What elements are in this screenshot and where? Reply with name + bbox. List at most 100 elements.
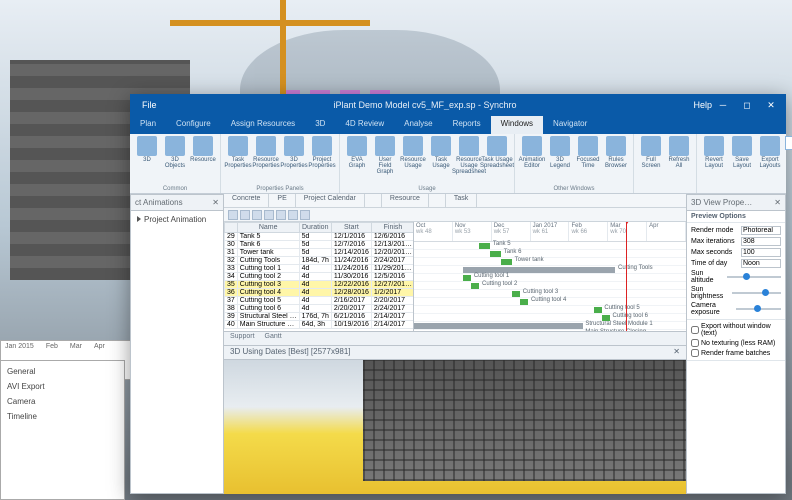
render-mode-input[interactable] (741, 226, 781, 235)
max-iter-input[interactable] (741, 237, 781, 246)
ribbon-task-usage[interactable]: Task Usage (428, 136, 454, 185)
gantt-bar-label: Cutting tool 3 (523, 289, 558, 295)
ribbon-resource-usage[interactable]: Resource Usage (400, 136, 426, 185)
ribbon-3d[interactable]: 3D (134, 136, 160, 185)
gantt-bar[interactable] (490, 251, 501, 257)
check-notex[interactable]: No texturing (less RAM) (691, 338, 781, 348)
3d-view-properties-panel: 3D View Prope… ✕ Preview Options Render … (686, 194, 786, 494)
gantt-split: NameDurationStartFinish29Tank 55d12/1/20… (224, 222, 686, 332)
menu-reports[interactable]: Reports (443, 116, 491, 134)
menu-windows[interactable]: Windows (491, 116, 543, 134)
toolbar-btn[interactable] (252, 210, 262, 220)
props-section-label: Preview Options (687, 211, 785, 223)
toolbar-btn[interactable] (300, 210, 310, 220)
table-row[interactable]: 34Cutting tool 24d11/30/201612/5/2016 (225, 273, 415, 281)
ribbon-3d-properties[interactable]: 3D Properties (281, 136, 307, 185)
center-tab[interactable]: Task (446, 194, 477, 207)
gantt-bar[interactable] (479, 243, 490, 249)
ribbon: 3D3D ObjectsResourceCommonTask Propertie… (130, 134, 786, 194)
toolbar-btn[interactable] (228, 210, 238, 220)
ribbon-full-screen[interactable]: Full Screen (638, 136, 664, 191)
table-row[interactable]: 36Cutting tool 44d12/28/20161/2/2017 (225, 289, 415, 297)
ribbon-resource-properties[interactable]: Resource Properties (253, 136, 279, 185)
menu-configure[interactable]: Configure (166, 116, 221, 134)
center-tabs: ConcretePEProject Calendar Resource Task (224, 194, 686, 208)
ribbon-3d-objects[interactable]: 3D Objects (162, 136, 188, 185)
tab-gantt[interactable]: Gantt (265, 333, 282, 344)
view3d-close-icon[interactable]: ✕ (673, 347, 680, 358)
sun-bri-slider[interactable] (732, 292, 781, 294)
tree-root[interactable]: Project Animation (144, 215, 206, 224)
center-tab[interactable]: Concrete (224, 194, 269, 207)
ribbon-rules-browser[interactable]: Rules Browser (603, 136, 629, 185)
menu-analyse[interactable]: Analyse (394, 116, 442, 134)
ribbon-3d-legend[interactable]: 3D Legend (547, 136, 573, 185)
toolbar-btn[interactable] (276, 210, 286, 220)
menu-assign-resources[interactable]: Assign Resources (221, 116, 305, 134)
help-link[interactable]: Help (693, 100, 712, 110)
focus-time-marker[interactable] (626, 222, 627, 331)
center-tab[interactable] (365, 194, 382, 207)
gantt-bar[interactable] (463, 275, 471, 281)
gantt-bar[interactable] (520, 299, 528, 305)
check-export[interactable]: Export without window (text) (691, 322, 781, 338)
close-button[interactable]: ✕ (760, 97, 782, 113)
gantt-bar[interactable] (471, 283, 479, 289)
max-sec-input[interactable] (741, 248, 781, 257)
props-close-icon[interactable]: ✕ (774, 198, 781, 207)
view3d-canvas[interactable] (224, 360, 686, 494)
toolbar-btn[interactable] (288, 210, 298, 220)
ribbon-project-properties[interactable]: Project Properties (309, 136, 335, 185)
ribbon-save-layout[interactable]: Save Layout (729, 136, 755, 185)
table-row[interactable]: 33Cutting tool 14d11/24/201611/29/201… (225, 265, 415, 273)
table-row[interactable]: 31Tower tank5d12/14/201612/20/201… (225, 249, 415, 257)
table-row[interactable]: 38Cutting tool 64d2/20/20172/24/2017 (225, 305, 415, 313)
tod-input[interactable] (741, 259, 781, 268)
table-row[interactable]: 37Cutting tool 54d2/16/20172/20/2017 (225, 297, 415, 305)
ribbon-focused-time[interactable]: Focused Time (575, 136, 601, 185)
ribbon-task-usage-spreadsheet[interactable]: Task Usage Spreadsheet (484, 136, 510, 185)
menu-plan[interactable]: Plan (130, 116, 166, 134)
ribbon-resource[interactable]: Resource (190, 136, 216, 185)
menu-navigator[interactable]: Navigator (543, 116, 597, 134)
table-row[interactable]: 35Cutting tool 34d12/22/201612/27/201… (225, 281, 415, 289)
center-tab[interactable]: PE (269, 194, 295, 207)
ribbon-refresh-all[interactable]: Refresh All (666, 136, 692, 191)
sun-alt-slider[interactable] (727, 276, 781, 278)
gantt-table[interactable]: NameDurationStartFinish29Tank 55d12/1/20… (224, 222, 414, 331)
toolbar-btn[interactable] (264, 210, 274, 220)
gantt-bar-label: Cutting tool 1 (474, 273, 509, 279)
table-row[interactable]: 29Tank 55d12/1/201612/6/2016 (225, 233, 415, 241)
ribbon-task-properties[interactable]: Task Properties (225, 136, 251, 185)
ribbon-eva-graph[interactable]: EVA Graph (344, 136, 370, 185)
tree-expand-icon[interactable] (137, 216, 141, 222)
layout-1[interactable] (785, 136, 792, 150)
table-row[interactable]: 39Structural Steel …176d, 7h6/21/20162/1… (225, 313, 415, 321)
animations-close-icon[interactable]: ✕ (212, 198, 219, 207)
center-tab[interactable]: Resource (382, 194, 429, 207)
toolbar-btn[interactable] (240, 210, 250, 220)
menu-4d-review[interactable]: 4D Review (335, 116, 394, 134)
ribbon-revert-layout[interactable]: Revert Layout (701, 136, 727, 185)
gantt-bar[interactable] (501, 259, 512, 265)
table-row[interactable]: 30Tank 65d12/7/201612/13/201… (225, 241, 415, 249)
gantt-bar[interactable] (414, 323, 583, 329)
gantt-bar[interactable] (594, 307, 602, 313)
ribbon-user-field-graph[interactable]: User Field Graph (372, 136, 398, 185)
center-tab[interactable]: Project Calendar (296, 194, 365, 207)
ribbon-animation-editor[interactable]: Animation Editor (519, 136, 545, 185)
check-batch[interactable]: Render frame batches (691, 348, 781, 358)
file-menu[interactable]: File (134, 100, 165, 110)
gantt-chart[interactable]: Octwk 48Novwk 53Decwk 57Jan 2017wk 61Feb… (414, 222, 686, 331)
cam-exp-slider[interactable] (736, 308, 781, 310)
table-row[interactable]: 40Main Structure …64d, 3h10/19/20162/14/… (225, 321, 415, 329)
tab-support[interactable]: Support (230, 333, 255, 344)
gantt-bar[interactable] (512, 291, 520, 297)
ribbon-resource-usage-spreadsheet[interactable]: Resource Usage Spreadsheet (456, 136, 482, 185)
ribbon-export-layouts[interactable]: Export Layouts (757, 136, 783, 185)
table-row[interactable]: 32Cutting Tools184d, 7h11/24/20162/24/20… (225, 257, 415, 265)
minimize-button[interactable]: ─ (712, 97, 734, 113)
maximize-button[interactable]: ◻ (736, 97, 758, 113)
center-tab[interactable] (429, 194, 446, 207)
menu-3d[interactable]: 3D (305, 116, 335, 134)
